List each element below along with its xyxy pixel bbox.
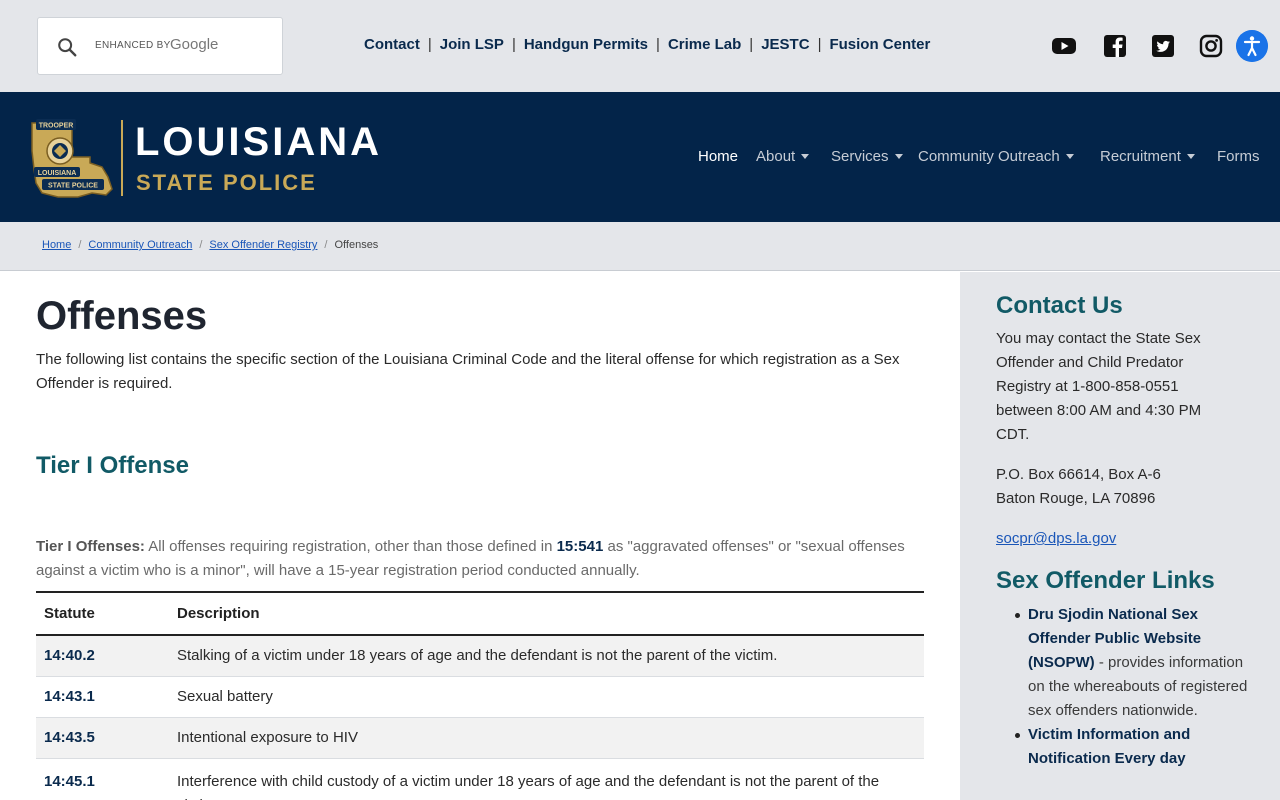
quick-links: Contact | Join LSP | Handgun Permits | Crime L… [364, 36, 931, 53]
statute-cell: 14:45.1 [36, 758, 169, 800]
sex-offender-links-list: Dru Sjodin National Sex Offender Public … [1012, 603, 1248, 771]
table-header-row: Statute Description [36, 591, 924, 636]
statute-cell: 14:40.2 [36, 635, 169, 677]
contact-text: You may contact the State Sex Offender a… [996, 330, 1202, 443]
link-vine[interactable]: Victim Information and Notification Ever… [1028, 726, 1190, 767]
breadcrumb-current: Offenses [334, 239, 379, 251]
nav-services-label: Services [831, 148, 889, 165]
quicklink-jestc[interactable]: JESTC [761, 36, 809, 53]
badge-bottom-text: STATE POLICE [48, 183, 98, 190]
statute-cell: 14:43.5 [36, 717, 169, 759]
description-cell: Interference with child custody of a vic… [169, 758, 924, 800]
quicklink-handgun-permits[interactable]: Handgun Permits [524, 36, 648, 53]
offense-table: Statute Description 14:40.2 Stalking of … [36, 591, 924, 800]
quicklink-contact[interactable]: Contact [364, 36, 420, 53]
accessibility-icon[interactable] [1236, 30, 1268, 62]
brand-title[interactable]: LOUISIANA [135, 120, 382, 165]
list-item: Dru Sjodin National Sex Offender Public … [1012, 603, 1248, 723]
tier-title: Tier I Offense [36, 452, 189, 479]
brand-subtitle[interactable]: STATE POLICE [136, 170, 317, 196]
instagram-icon[interactable] [1198, 33, 1224, 59]
nav-home[interactable]: Home [698, 148, 738, 165]
page-title: Offenses [36, 294, 208, 338]
nav-recruitment-label: Recruitment [1100, 148, 1181, 165]
table-row: 14:45.1 Interference with child custody … [36, 758, 924, 800]
badge-mid-text: LOUISIANA [38, 170, 77, 177]
breadcrumb-sex-offender-registry[interactable]: Sex Offender Registry [209, 239, 317, 251]
quicklink-join-lsp[interactable]: Join LSP [440, 36, 504, 53]
breadcrumb-community-outreach[interactable]: Community Outreach [88, 239, 192, 251]
statute-cell: 14:43.1 [36, 676, 169, 718]
nav-about-label: About [756, 148, 796, 165]
facebook-icon[interactable] [1102, 33, 1128, 59]
chevron-down-icon [1186, 153, 1195, 159]
quicklink-fusion-center[interactable]: Fusion Center [829, 36, 930, 53]
site-search-box[interactable]: ENHANCED BY Google [37, 17, 283, 75]
table-row: 14:43.5 Intentional exposure to HIV [36, 717, 924, 759]
nav-recruitment[interactable]: Recruitment [1100, 148, 1195, 165]
youtube-icon[interactable] [1051, 33, 1077, 59]
column-header-description: Description [169, 591, 924, 636]
nav-community-label: Community Outreach [918, 148, 1060, 165]
column-header-statute: Statute [36, 591, 169, 636]
chevron-down-icon [801, 153, 810, 159]
google-label: Google [170, 36, 219, 53]
description-cell: Stalking of a victim under 18 years of a… [169, 635, 924, 677]
search-icon[interactable] [56, 36, 78, 58]
quicklink-crime-lab[interactable]: Crime Lab [668, 36, 741, 53]
description-cell: Intentional exposure to HIV [169, 717, 924, 759]
breadcrumb-home[interactable]: Home [42, 239, 71, 251]
breadcrumb: Home / Community Outreach / Sex Offender Reg… [42, 239, 379, 251]
tier-label: Tier I Offenses: [36, 538, 145, 555]
email-link[interactable]: socpr@dps.la.gov [996, 530, 1116, 547]
nav-home-label: Home [698, 148, 739, 165]
nav-forms-label: Forms [1217, 148, 1260, 165]
address-line-1: P.O. Box 66614, Box A-6 [996, 466, 1161, 483]
chevron-down-icon [894, 153, 903, 159]
logo-divider [121, 120, 123, 196]
nav-forms[interactable]: Forms [1217, 148, 1260, 165]
nav-about[interactable]: About [756, 148, 810, 165]
nav-services[interactable]: Services [831, 148, 903, 165]
sex-offender-links-heading: Sex Offender Links [996, 567, 1215, 594]
tier-text-1: All offenses requiring registration, oth… [144, 538, 557, 555]
page-intro: The following list contains the specific… [36, 351, 900, 392]
tier-description: Tier I Offenses: All offenses requiring … [36, 535, 926, 583]
badge-top-text: TROOPER [39, 123, 74, 130]
enhanced-by-label: ENHANCED BY [95, 40, 171, 51]
description-cell: Sexual battery [169, 676, 924, 718]
tier-statute-ref: 15:541 [556, 538, 604, 555]
table-row: 14:40.2 Stalking of a victim under 18 ye… [36, 635, 924, 677]
twitter-icon[interactable] [1150, 33, 1176, 59]
nav-community-outreach[interactable]: Community Outreach [918, 148, 1074, 165]
address-line-2: Baton Rouge, LA 70896 [996, 490, 1156, 507]
chevron-down-icon [1065, 153, 1074, 159]
contact-us-heading: Contact Us [996, 292, 1123, 319]
list-item: Victim Information and Notification Ever… [1012, 723, 1248, 771]
table-row: 14:43.1 Sexual battery [36, 676, 924, 718]
state-police-badge-logo[interactable]: TROOPER LOUISIANA STATE POLICE [28, 117, 116, 199]
